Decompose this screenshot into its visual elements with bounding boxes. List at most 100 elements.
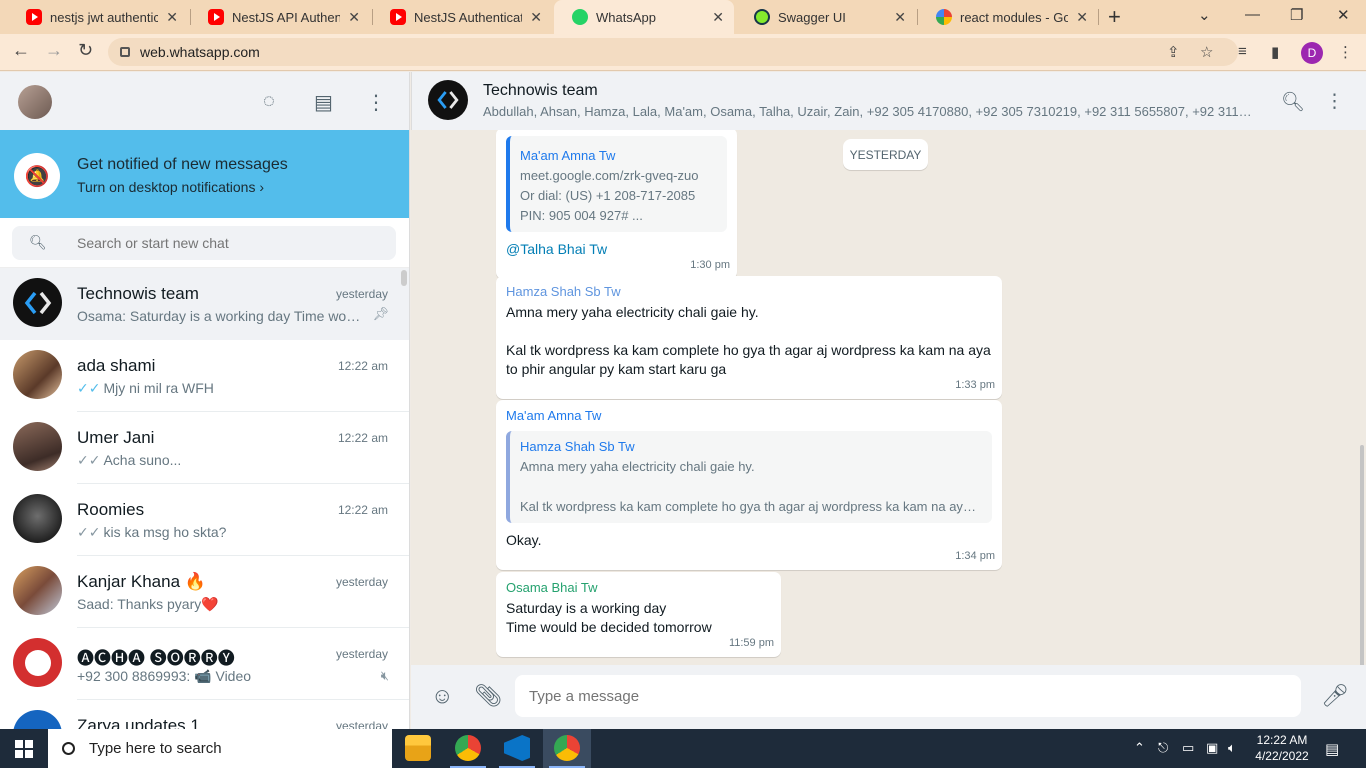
taskbar-clock[interactable]: 12:22 AM 4/22/2022 <box>1254 732 1310 764</box>
chat-preview-text: Acha suno... <box>103 452 182 468</box>
chat-time: yesterday <box>335 287 388 301</box>
chrome-icon[interactable] <box>455 735 481 761</box>
conversation-header[interactable]: Technowis team Abdullah, Ahsan, Hamza, L… <box>411 72 1366 130</box>
browser-tab-whatsapp[interactable]: WhatsApp ✕ <box>554 0 734 34</box>
taskbar-search-placeholder: Type here to search <box>89 740 222 757</box>
close-icon[interactable]: ✕ <box>530 9 542 26</box>
search-bar: 🔍︎ <box>0 218 409 268</box>
message-composer: ☺ 📎︎ 🎤︎ <box>411 665 1366 729</box>
chat-item-acha-sorry[interactable]: 🅐🅒🅗🅐 🅢🅞🅡🅡🅨 yesterday +92 300 8869993: 📹 … <box>0 628 409 700</box>
microphone-icon[interactable]: 🎤︎ <box>1321 683 1349 709</box>
browser-tab[interactable]: NestJS API Authenticati ✕ <box>190 0 370 34</box>
battery-icon[interactable]: ▭ <box>1182 740 1194 756</box>
tray-overflow-icon[interactable]: ⌃ <box>1134 740 1145 756</box>
chat-list: Technowis team yesterday Osama: Saturday… <box>0 268 409 729</box>
reading-list-icon[interactable]: ≡ <box>1238 43 1247 60</box>
chrome-profile-icon[interactable] <box>554 735 580 761</box>
taskbar-search[interactable]: Type here to search <box>48 729 392 768</box>
browser-tab[interactable]: nestjs jwt authenticatio ✕ <box>8 0 188 34</box>
chat-name: Umer Jani <box>77 428 155 447</box>
quoted-line: PIN: 905 004 927# ... <box>520 208 643 223</box>
close-icon[interactable]: ✕ <box>894 9 906 26</box>
chat-item-zarya-updates[interactable]: Zarya updates 1 yesterday <box>0 700 409 729</box>
chat-sidebar: ◌ ▤ ⋮ 🔕 Get notified of new messages Tur… <box>0 72 410 729</box>
chat-item-technowis-team[interactable]: Technowis team yesterday Osama: Saturday… <box>0 268 409 340</box>
avatar <box>13 350 62 399</box>
close-icon[interactable]: ✕ <box>166 9 178 26</box>
chat-preview: +92 300 8869993: 📹 Video <box>77 668 252 684</box>
message-bubble[interactable]: Ma'am Amna Tw Hamza Shah Sb Tw Amna mery… <box>496 400 1002 570</box>
avatar[interactable] <box>428 80 468 120</box>
quoted-message[interactable]: Ma'am Amna Tw meet.google.com/zrk-gveq-z… <box>506 136 727 232</box>
message-bubble[interactable]: Osama Bhai Tw Saturday is a working day … <box>496 572 781 657</box>
bookmark-star-icon[interactable]: ☆ <box>1200 43 1213 61</box>
avatar <box>13 566 62 615</box>
menu-icon[interactable]: ⋮ <box>366 90 386 115</box>
message-sender[interactable]: Osama Bhai Tw <box>506 578 771 597</box>
scrollbar[interactable] <box>1360 445 1364 665</box>
side-panel-icon[interactable]: ▮ <box>1271 43 1279 61</box>
new-tab-icon[interactable]: + <box>1108 4 1121 30</box>
notification-banner[interactable]: 🔕 Get notified of new messages Turn on d… <box>0 130 409 218</box>
browser-tab[interactable]: NestJS Authentication ✕ <box>372 0 552 34</box>
chat-item-roomies[interactable]: Roomies 12:22 am ✓✓ kis ka msg ho skta? <box>0 484 409 556</box>
search-input[interactable] <box>77 226 387 260</box>
chat-item-ada-shami[interactable]: ada shami 12:22 am ✓✓ Mjy ni mil ra WFH <box>0 340 409 412</box>
browser-menu-icon[interactable]: ⋮ <box>1338 43 1353 61</box>
message-input[interactable] <box>515 675 1301 717</box>
address-bar[interactable]: web.whatsapp.com <box>108 38 1238 66</box>
chat-item-kanjar-khana[interactable]: Kanjar Khana 🔥 yesterday Saad: Thanks py… <box>0 556 409 628</box>
message-bubble[interactable]: Hamza Shah Sb Tw Amna mery yaha electric… <box>496 276 1002 399</box>
avatar <box>13 710 62 729</box>
tab-label: NestJS API Authenticati <box>232 9 341 25</box>
chat-time: yesterday <box>335 575 388 589</box>
close-icon[interactable]: ✕ <box>348 9 360 26</box>
attach-icon[interactable]: 📎︎ <box>474 683 502 709</box>
avatar[interactable] <box>18 85 52 119</box>
chat-item-umer-jani[interactable]: Umer Jani 12:22 am ✓✓ Acha suno... <box>0 412 409 484</box>
windows-start-icon[interactable] <box>15 740 33 758</box>
back-icon[interactable]: ← <box>12 40 30 61</box>
url-text: web.whatsapp.com <box>140 44 260 60</box>
message-bubble[interactable]: Ma'am Amna Tw meet.google.com/zrk-gveq-z… <box>496 130 737 279</box>
message-sender[interactable]: Hamza Shah Sb Tw <box>506 282 992 301</box>
notification-center-icon[interactable]: ▤ <box>1325 740 1339 758</box>
lock-icon <box>120 47 130 57</box>
scrollbar[interactable] <box>401 270 407 286</box>
forward-icon[interactable]: → <box>45 40 63 61</box>
quoted-message[interactable]: Hamza Shah Sb Tw Amna mery yaha electric… <box>506 431 992 523</box>
vscode-icon[interactable] <box>504 735 530 761</box>
tab-search-icon[interactable]: ⌄ <box>1198 6 1211 24</box>
chat-preview-text: Mjy ni mil ra WFH <box>103 380 214 396</box>
date-divider: YESTERDAY <box>843 139 928 170</box>
status-icon[interactable]: ◌ <box>263 90 275 113</box>
emoji-icon[interactable]: ☺ <box>431 683 453 709</box>
bell-off-icon: 🔕 <box>14 153 60 199</box>
volume-icon[interactable]: 🔈︎ <box>1228 740 1236 756</box>
meet-now-icon[interactable]: ⎋ <box>1158 740 1168 756</box>
search-icon[interactable]: 🔍︎ <box>1281 90 1305 114</box>
minimize-icon[interactable]: — <box>1245 6 1260 23</box>
chat-preview-text: kis ka msg ho skta? <box>103 524 227 540</box>
chat-preview: Osama: Saturday is a working day Time wo… <box>77 308 367 324</box>
new-chat-icon[interactable]: ▤ <box>314 90 333 115</box>
profile-avatar[interactable]: D <box>1301 42 1323 64</box>
browser-tab[interactable]: Swagger UI ✕ <box>736 0 916 34</box>
reload-icon[interactable]: ↻ <box>78 40 93 61</box>
notification-link[interactable]: Turn on desktop notifications › <box>77 179 264 195</box>
tab-separator <box>1098 9 1099 25</box>
close-icon[interactable]: ✕ <box>1076 9 1088 26</box>
network-icon[interactable]: ▣ <box>1206 740 1218 756</box>
close-icon[interactable]: ✕ <box>712 9 724 26</box>
close-window-icon[interactable]: ✕ <box>1337 6 1350 24</box>
browser-tab[interactable]: react modules - Goog ✕ <box>918 0 1098 34</box>
message-line: Amna mery yaha electricity chali gaie hy… <box>506 304 759 320</box>
share-icon[interactable]: ⇪ <box>1167 43 1180 61</box>
search-icon[interactable]: 🔍︎ <box>29 234 47 251</box>
quoted-sender: Ma'am Amna Tw <box>520 148 616 163</box>
menu-icon[interactable]: ⋮ <box>1325 90 1344 113</box>
message-line <box>506 322 992 341</box>
file-explorer-icon[interactable] <box>405 735 431 761</box>
restore-icon[interactable]: ❐ <box>1290 6 1303 24</box>
message-sender[interactable]: Ma'am Amna Tw <box>506 406 992 425</box>
